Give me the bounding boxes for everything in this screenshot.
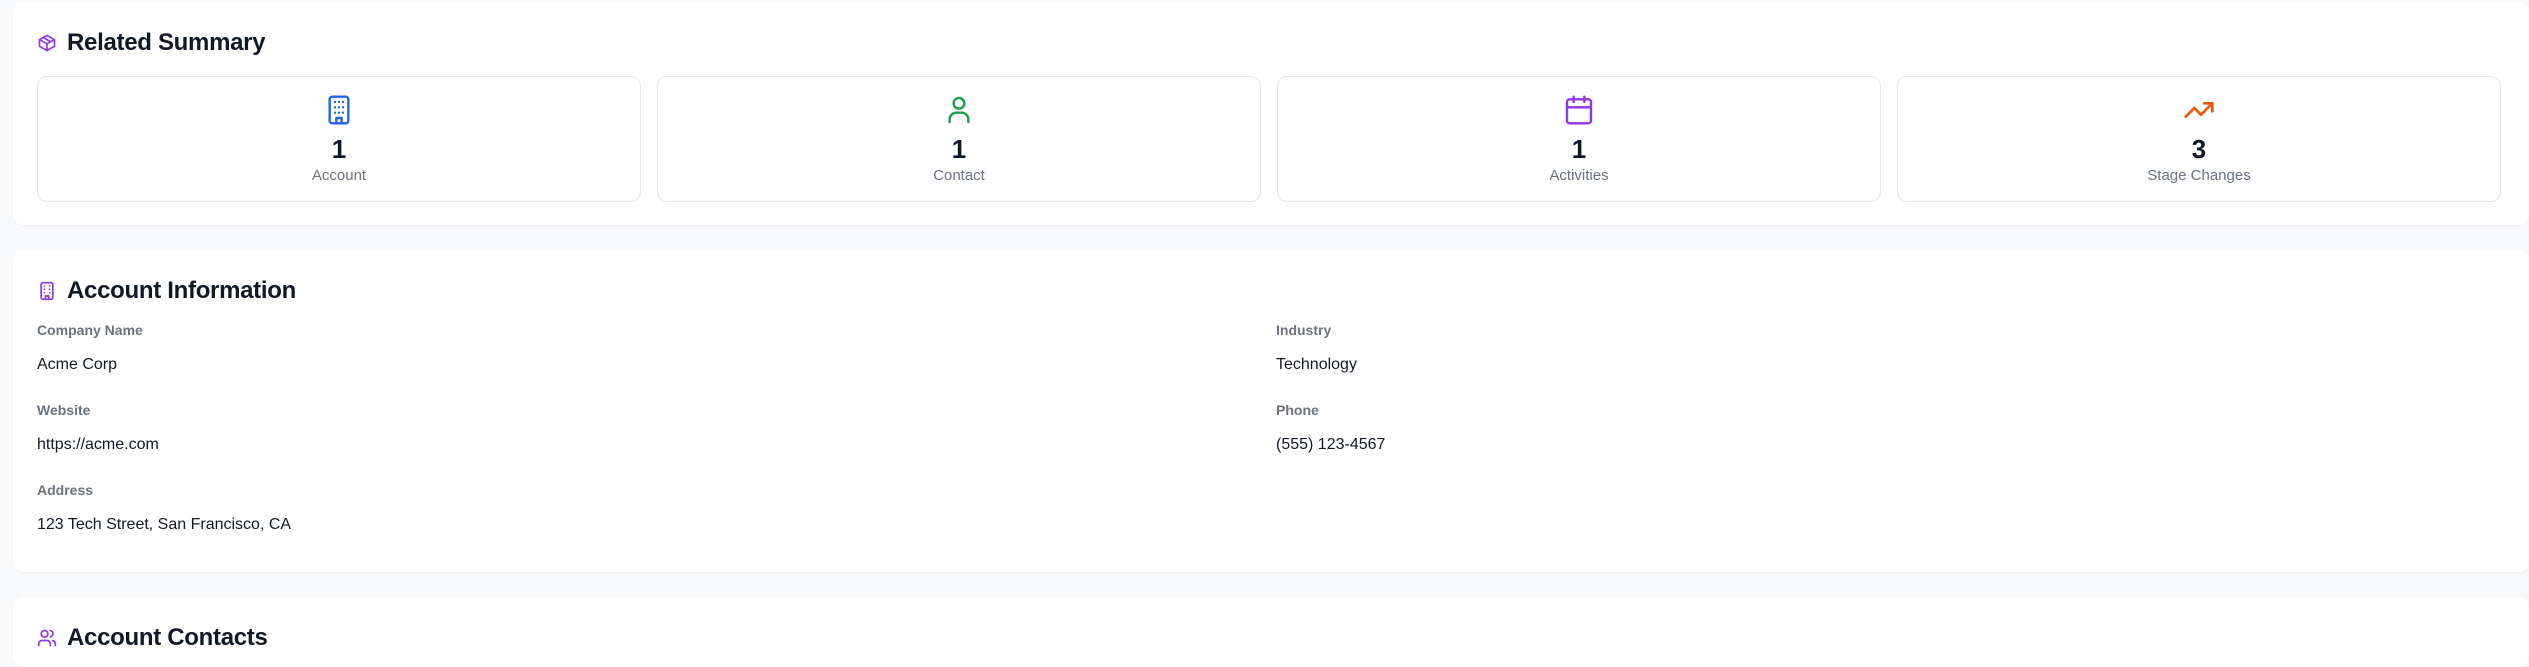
- stat-label: Contact: [933, 167, 985, 184]
- field-label: Phone: [1276, 402, 1319, 418]
- related-summary-card: Related Summary 1 Account 1 Contact 1 Ac…: [13, 2, 2529, 225]
- field-value: 123 Tech Street, San Francisco, CA: [37, 516, 292, 533]
- stat-activities[interactable]: 1 Activities: [1277, 76, 1881, 202]
- field-label: Website: [37, 402, 91, 418]
- account-contacts-header: Account Contacts: [37, 621, 268, 655]
- stat-label: Stage Changes: [2147, 167, 2251, 184]
- field-value: https://acme.com: [37, 436, 159, 453]
- summary-stats: 1 Account 1 Contact 1 Activities 3 Stage…: [37, 76, 2501, 202]
- package-icon: [37, 33, 57, 53]
- stat-value: 1: [1571, 134, 1587, 164]
- field-value: (555) 123-4567: [1276, 436, 1386, 453]
- field-label: Address: [37, 482, 94, 498]
- field-value: Acme Corp: [37, 356, 118, 373]
- calendar-icon: [1563, 94, 1595, 126]
- account-information-header: Account Information: [37, 274, 296, 308]
- stat-value: 3: [2191, 134, 2207, 164]
- stat-label: Activities: [1549, 167, 1609, 184]
- field-label: Company Name: [37, 322, 143, 338]
- account-fields: Company Name Acme Corp Industry Technolo…: [37, 322, 2476, 546]
- stat-stage-changes[interactable]: 3 Stage Changes: [1897, 76, 2501, 202]
- stat-contact[interactable]: 1 Contact: [657, 76, 1261, 202]
- user-icon: [943, 94, 975, 126]
- field-value: Technology: [1276, 356, 1357, 373]
- account-information-title: Account Information: [67, 277, 296, 304]
- building-icon: [37, 281, 57, 301]
- stat-account[interactable]: 1 Account: [37, 76, 641, 202]
- account-information-card: Account Information Company Name Acme Co…: [13, 250, 2529, 572]
- users-icon: [37, 628, 57, 648]
- field-industry: Industry Technology: [1276, 322, 2476, 386]
- related-summary-header: Related Summary: [37, 26, 266, 60]
- stat-value: 1: [951, 134, 967, 164]
- field-label: Industry: [1276, 322, 1332, 338]
- field-address: Address 123 Tech Street, San Francisco, …: [37, 482, 1276, 546]
- field-website: Website https://acme.com: [37, 402, 1276, 466]
- trending-up-icon: [2183, 94, 2215, 126]
- stat-label: Account: [311, 167, 367, 184]
- field-company-name: Company Name Acme Corp: [37, 322, 1276, 386]
- related-summary-title: Related Summary: [67, 29, 266, 56]
- account-contacts-title: Account Contacts: [67, 624, 268, 651]
- building-icon: [323, 94, 355, 126]
- stat-value: 1: [331, 134, 347, 164]
- field-phone: Phone (555) 123-4567: [1276, 402, 2476, 466]
